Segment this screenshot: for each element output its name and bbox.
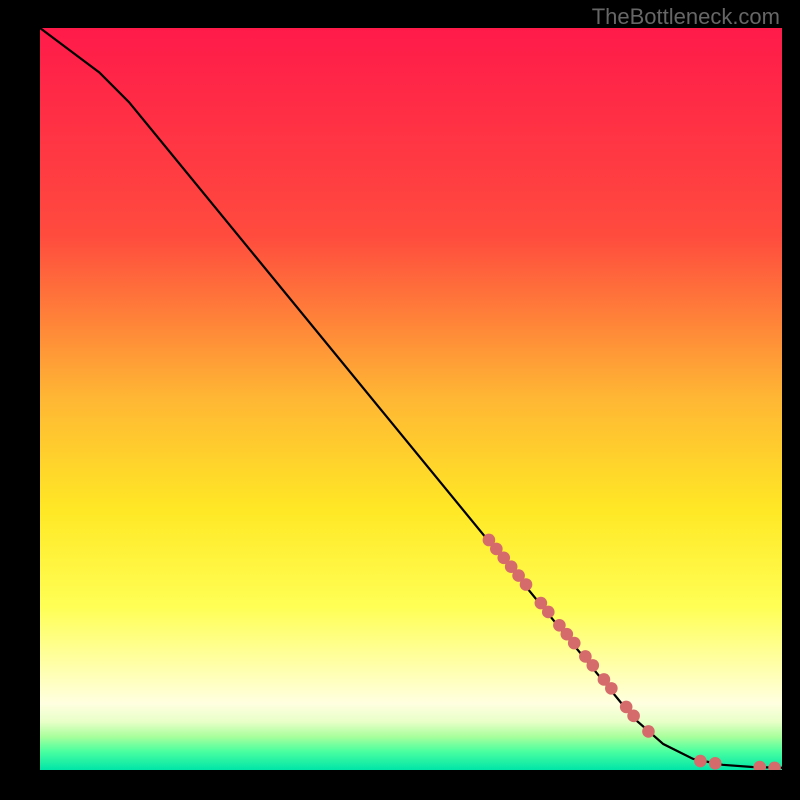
plot-area (40, 28, 782, 770)
marker-group (483, 534, 781, 770)
data-marker (753, 761, 766, 770)
data-marker (520, 578, 533, 591)
chart-overlay (40, 28, 782, 770)
watermark-text: TheBottleneck.com (592, 4, 780, 30)
data-marker (694, 755, 707, 768)
data-marker (642, 725, 655, 738)
data-marker (768, 761, 781, 770)
curve-line (40, 28, 782, 768)
data-marker (586, 659, 599, 672)
data-marker (627, 710, 640, 723)
data-marker (568, 637, 581, 650)
data-marker (709, 757, 722, 770)
data-marker (542, 606, 555, 619)
data-marker (605, 682, 618, 695)
